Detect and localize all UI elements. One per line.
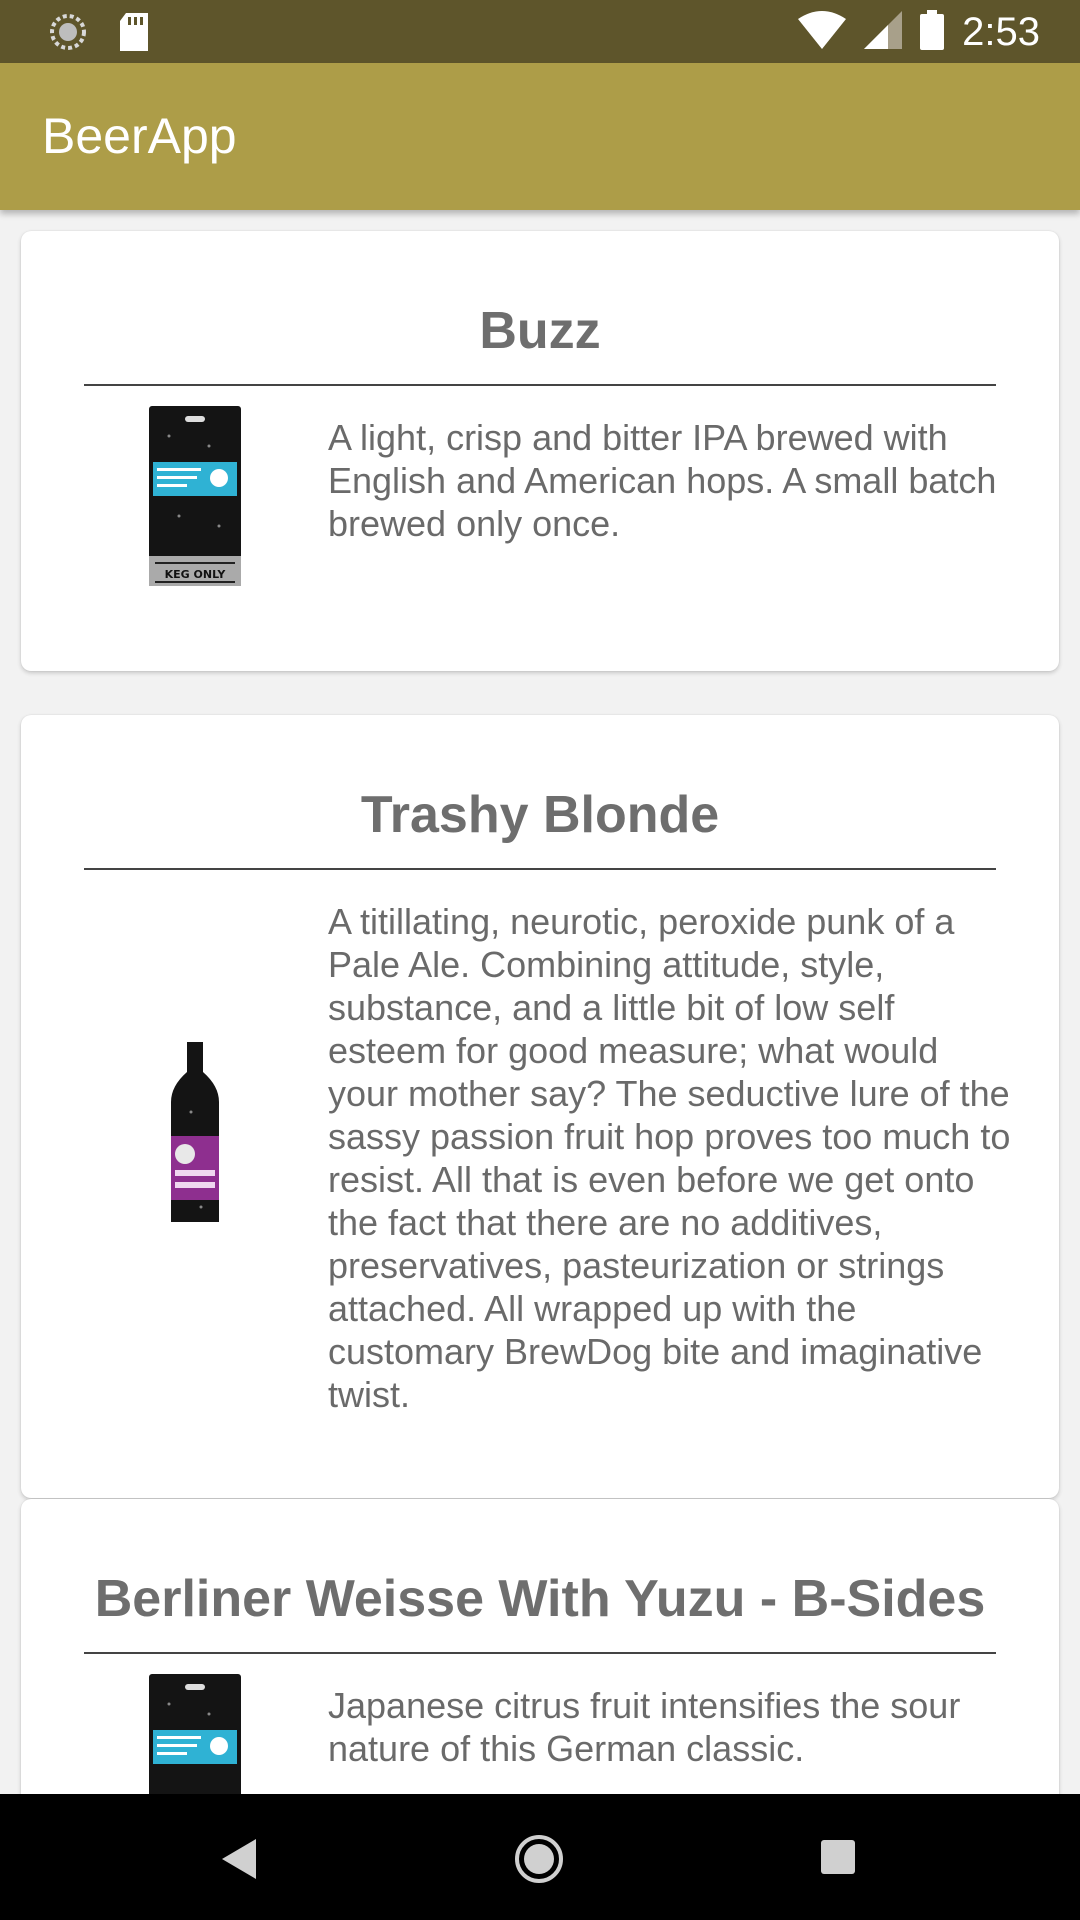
- app-title: BeerApp: [42, 108, 237, 164]
- wifi-icon: [798, 10, 847, 54]
- keg-label: KEG ONLY: [165, 568, 227, 581]
- beer-name: Berliner Weisse With Yuzu - B-Sides: [94, 1570, 986, 1628]
- beer-description: Japanese citrus fruit intensifies the so…: [328, 1685, 961, 1769]
- beer-name: Trashy Blonde: [360, 786, 720, 844]
- signal-icon: [864, 10, 903, 54]
- beer-card[interactable]: Berliner Weisse With Yuzu - B-Sides Japa…: [21, 1499, 1059, 1794]
- beer-image: [171, 1042, 219, 1227]
- sd-card-icon: [118, 13, 150, 56]
- navigation-bar: [0, 1794, 1080, 1920]
- card-divider: [84, 868, 996, 870]
- beer-list[interactable]: Buzz KEG ONLY A light, crisp and bitter …: [0, 210, 1080, 1794]
- beer-description: A titillating, neurotic, peroxide punk o…: [328, 901, 1011, 1415]
- beer-image: KEG ONLY: [149, 406, 241, 591]
- battery-icon: [920, 9, 945, 55]
- status-bar: 2:53: [0, 0, 1080, 63]
- card-divider: [84, 384, 996, 386]
- status-left-icons: [48, 12, 150, 57]
- beer-card[interactable]: Buzz KEG ONLY A light, crisp and bitter …: [21, 231, 1059, 671]
- beer-image: [149, 1674, 241, 1794]
- home-icon[interactable]: [514, 1834, 564, 1889]
- app-bar: BeerApp: [0, 63, 1080, 210]
- beer-description: A light, crisp and bitter IPA brewed wit…: [328, 417, 997, 544]
- beer-name: Buzz: [479, 302, 601, 360]
- status-right-icons: 2:53: [798, 8, 1040, 56]
- status-clock: 2:53: [962, 10, 1040, 54]
- beer-card[interactable]: Trashy Blonde A titillating, neurotic, p…: [21, 715, 1059, 1498]
- loading-spinner-icon: [48, 12, 88, 57]
- recents-icon[interactable]: [821, 1840, 855, 1879]
- back-icon[interactable]: [222, 1839, 258, 1884]
- card-divider: [84, 1652, 996, 1654]
